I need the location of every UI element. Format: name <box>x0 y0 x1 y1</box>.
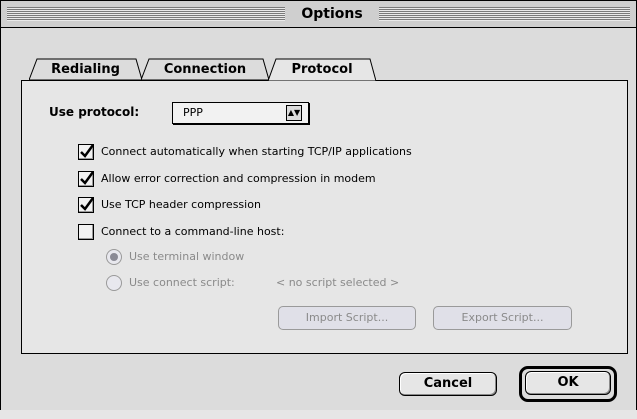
window-title: Options <box>288 5 376 23</box>
error-correction-checkbox[interactable] <box>78 171 95 187</box>
tab-connection-label: Connection <box>163 61 247 77</box>
import-script-button[interactable]: Import Script... <box>278 306 416 330</box>
bottom-strip <box>0 410 637 419</box>
command-line-host-checkbox[interactable] <box>78 224 94 240</box>
checkmark-icon <box>80 144 95 158</box>
error-correction-label: Allow error correction and compression i… <box>101 172 376 185</box>
connect-script-label: Use connect script: <box>129 276 235 289</box>
protocol-select-value: PPP <box>183 106 203 119</box>
ok-button[interactable]: OK <box>525 371 611 395</box>
use-protocol-label: Use protocol: <box>49 105 140 119</box>
tab-redialing[interactable]: Redialing <box>29 58 142 80</box>
protocol-select[interactable]: PPP ▲▼ <box>172 102 309 124</box>
auto-connect-label: Connect automatically when starting TCP/… <box>101 145 412 158</box>
tab-redialing-label: Redialing <box>51 61 120 77</box>
options-window: Options Redialing Connection Protocol Us… <box>0 0 637 419</box>
cancel-button[interactable]: Cancel <box>399 372 497 396</box>
terminal-window-label: Use terminal window <box>129 250 245 263</box>
popup-arrows-icon: ▲▼ <box>286 105 302 121</box>
checkmark-icon <box>80 197 95 211</box>
title-bar[interactable]: Options <box>1 1 636 28</box>
title-stripes-right <box>379 7 630 21</box>
tcp-header-compression-label: Use TCP header compression <box>101 198 261 211</box>
tab-protocol[interactable]: Protocol <box>268 58 376 81</box>
auto-connect-checkbox[interactable] <box>78 144 95 160</box>
title-stripes-left <box>7 7 285 21</box>
tab-protocol-label: Protocol <box>291 61 353 77</box>
checkmark-icon <box>80 171 95 185</box>
tab-connection[interactable]: Connection <box>141 58 269 80</box>
tcp-header-compression-checkbox[interactable] <box>78 197 95 213</box>
connect-script-radio[interactable] <box>106 275 122 291</box>
radio-selected-dot <box>110 253 118 261</box>
export-script-button[interactable]: Export Script... <box>433 306 572 330</box>
terminal-window-radio[interactable] <box>106 249 122 265</box>
command-line-host-label: Connect to a command-line host: <box>101 225 285 238</box>
script-status: < no script selected > <box>276 276 400 289</box>
